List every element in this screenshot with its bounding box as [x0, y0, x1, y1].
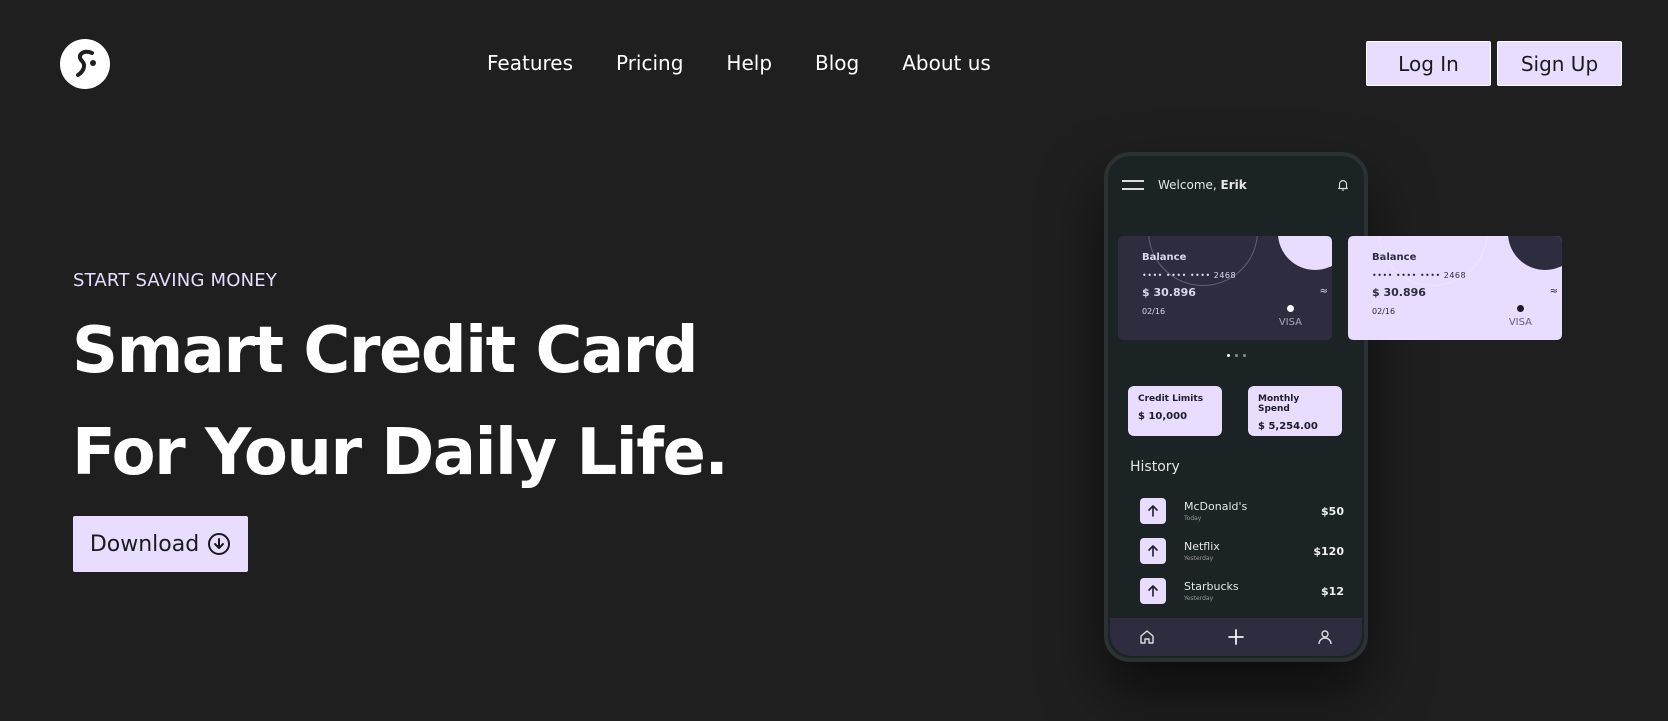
card-corner-decoration: [1278, 236, 1332, 270]
welcome-text: Welcome, Erik: [1158, 178, 1247, 192]
nav-about-us[interactable]: About us: [902, 48, 991, 78]
card-amount: $ 30.896: [1372, 286, 1426, 299]
history-item[interactable]: McDonald's Today $50: [1140, 496, 1344, 526]
card-expiry: 02/16: [1142, 307, 1166, 316]
hamburger-icon[interactable]: [1122, 180, 1144, 190]
nav-help[interactable]: Help: [726, 48, 772, 78]
tx-name: Netflix: [1184, 540, 1220, 553]
tx-name: McDonald's: [1184, 500, 1248, 513]
balance-card-light[interactable]: Balance •••• •••• •••• 2468 $ 30.896 02/…: [1348, 236, 1562, 340]
tx-time: Yesterday: [1184, 595, 1214, 602]
card-pager: [1108, 354, 1364, 357]
user-icon[interactable]: [1316, 628, 1334, 646]
signup-button[interactable]: Sign Up: [1497, 41, 1622, 86]
tx-time: Yesterday: [1184, 555, 1214, 562]
welcome-prefix: Welcome,: [1158, 178, 1217, 192]
hero-headline-line2: For Your Daily Life.: [72, 416, 729, 490]
card-chip-dot: [1287, 305, 1294, 312]
stat-label: Credit Limits: [1138, 394, 1204, 404]
phone-tab-bar: [1110, 618, 1362, 656]
card-amount: $ 30.896: [1142, 286, 1196, 299]
card-brand: VISA: [1278, 317, 1302, 328]
arrow-up-icon: [1140, 498, 1166, 524]
history-item[interactable]: Netflix Yesterday $120: [1140, 536, 1344, 566]
pager-dot[interactable]: [1234, 354, 1238, 357]
arrow-up-icon: [1140, 578, 1166, 604]
history-title: History: [1130, 459, 1180, 475]
arrow-up-icon: [1140, 538, 1166, 564]
hero-headline: Smart Credit Card For Your Daily Life.: [72, 300, 729, 504]
pager-dot[interactable]: [1242, 354, 1246, 357]
tx-amount: $12: [1321, 584, 1344, 598]
credit-limits-stat[interactable]: Credit Limits $ 10,000: [1128, 386, 1222, 436]
card-expiry: 02/16: [1372, 307, 1396, 316]
tx-time: Today: [1184, 515, 1202, 522]
balance-card-dark[interactable]: Balance •••• •••• •••• 2468 $ 30.896 02/…: [1118, 236, 1332, 340]
brand-s-icon: [76, 49, 96, 77]
user-name: Erik: [1220, 178, 1247, 192]
home-icon[interactable]: [1138, 628, 1156, 646]
login-button[interactable]: Log In: [1366, 41, 1491, 86]
contactless-icon: ≈: [1319, 286, 1328, 297]
nav-features[interactable]: Features: [487, 48, 573, 78]
history-item[interactable]: Starbucks Yesterday $12: [1140, 576, 1344, 606]
monthly-spend-stat[interactable]: Monthly Spend $ 5,254.00: [1248, 386, 1342, 436]
bell-icon[interactable]: [1336, 178, 1350, 192]
brand-logo[interactable]: [60, 39, 110, 89]
nav-pricing[interactable]: Pricing: [616, 48, 683, 78]
card-chip-dot: [1517, 305, 1524, 312]
main-nav: Features Pricing Help Blog About us: [487, 48, 991, 78]
card-brand: VISA: [1508, 317, 1532, 328]
download-label: Download: [89, 531, 200, 557]
card-corner-decoration: [1508, 236, 1562, 270]
nav-blog[interactable]: Blog: [815, 48, 859, 78]
tx-amount: $120: [1313, 544, 1344, 558]
phone-header: Welcome, Erik: [1122, 178, 1350, 192]
stat-label: Monthly Spend: [1258, 394, 1300, 414]
arrow-down-circle-icon: [208, 533, 231, 555]
plus-icon[interactable]: [1227, 628, 1245, 646]
phone-mockup: Welcome, Erik Balance •••• •••• •••• 246…: [1104, 152, 1562, 662]
contactless-icon: ≈: [1549, 286, 1558, 297]
stat-value: $ 5,254.00: [1258, 421, 1318, 432]
tx-amount: $50: [1321, 504, 1344, 518]
hero-headline-line1: Smart Credit Card: [72, 314, 699, 388]
stat-value: $ 10,000: [1138, 411, 1188, 422]
hero-eyebrow: START SAVING MONEY: [73, 270, 278, 291]
auth-buttons: Log In Sign Up: [1366, 41, 1622, 86]
pager-dot[interactable]: [1226, 354, 1230, 357]
tx-name: Starbucks: [1184, 580, 1239, 593]
download-button[interactable]: Download: [73, 516, 248, 572]
